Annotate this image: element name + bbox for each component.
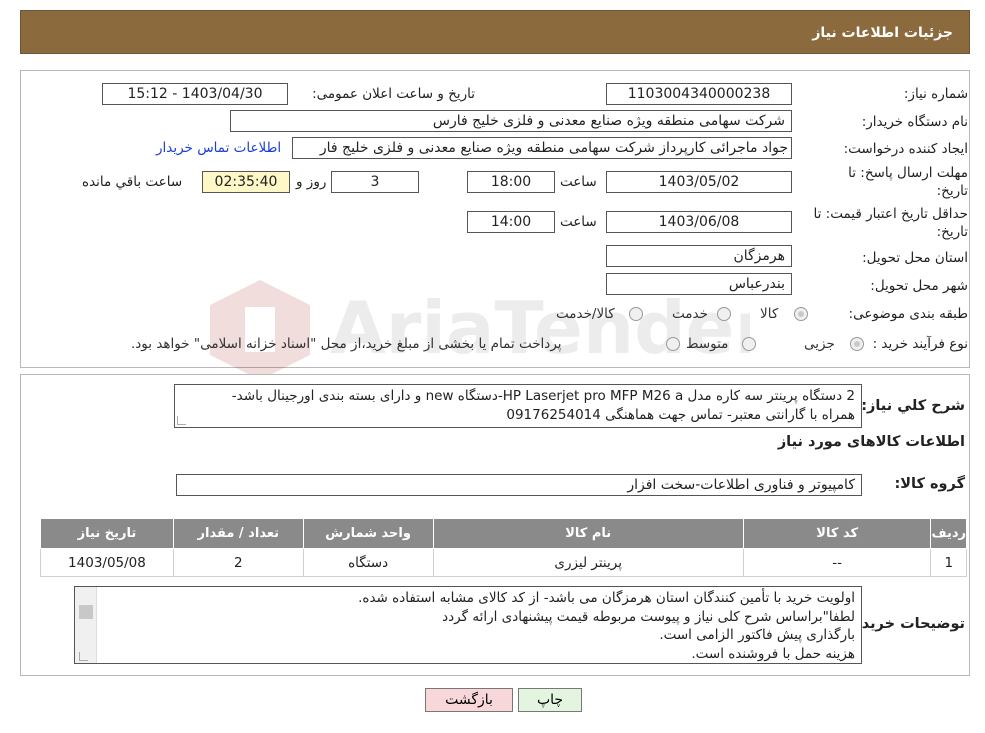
cell-item-code: -- — [742, 548, 932, 577]
process-option-medium: متوسط — [686, 336, 729, 352]
category-radio-goods-service[interactable] — [629, 307, 643, 321]
process-label: نوع فرآیند خرید : — [872, 336, 968, 352]
announce-date-field: 1403/04/30 - 15:12 — [102, 83, 288, 105]
cell-row-number: 1 — [930, 548, 967, 577]
reply-deadline-date-field: 1403/05/02 — [606, 171, 792, 193]
price-validity-label: حداقل تاریخ اعتبار قیمت: تا — [813, 206, 968, 222]
price-validity-time-label: ساعت — [560, 214, 597, 230]
col-unit: واحد شمارش — [302, 518, 434, 549]
back-button[interactable]: بازگشت — [425, 688, 513, 712]
description-line-1: 2 دستگاه پرینتر سه کاره مدل HP Laserjet … — [231, 388, 855, 404]
notes-resize-grip-icon[interactable] — [79, 652, 88, 661]
buyer-org-field: شرکت سهامی منطقه ویژه صنایع معدنی و فلزی… — [230, 110, 792, 132]
remaining-time-label: ساعت باقي مانده — [82, 174, 183, 190]
category-radio-service[interactable] — [717, 307, 731, 321]
province-label: استان محل تحویل: — [862, 250, 968, 266]
cell-unit: دستگاه — [302, 548, 434, 577]
col-need-date: تاریخ نیاز — [40, 518, 174, 549]
category-option-goods-service: کالا/خدمت — [556, 306, 615, 322]
remaining-time-field: 02:35:40 — [202, 171, 290, 193]
print-button[interactable]: چاپ — [518, 688, 582, 712]
need-number-field: 1103004340000238 — [606, 83, 792, 105]
description-label: شرح کلي نياز: — [861, 398, 965, 414]
reply-deadline-label: مهلت ارسال پاسخ: تا — [848, 165, 968, 181]
items-table: ردیف کد کالا نام کالا واحد شمارش تعداد /… — [40, 518, 967, 577]
page-header: جزئیات اطلاعات نیاز — [20, 10, 970, 54]
city-field: بندرعباس — [606, 273, 792, 295]
price-validity-date-field: 1403/06/08 — [606, 211, 792, 233]
reply-deadline-label-date: تاریخ: — [936, 183, 968, 199]
remaining-days-label: روز و — [296, 174, 327, 190]
announce-date-label: تاریخ و ساعت اعلان عمومی: — [312, 86, 475, 102]
items-section-title: اطلاعات کالاهای مورد نیاز — [777, 434, 965, 450]
buyer-notes-field[interactable]: اولویت خرید با تأمین کنندگان استان هرمزگ… — [74, 586, 862, 664]
process-radio-medium[interactable] — [742, 337, 756, 351]
city-label: شهر محل تحویل: — [870, 278, 968, 294]
category-label: طبقه بندی موضوعی: — [848, 306, 968, 322]
col-item-name: نام کالا — [432, 518, 744, 549]
process-treasury-note: پرداخت تمام یا بخشی از مبلغ خرید،از محل … — [131, 336, 562, 352]
description-line-2: همراه با گارانتی معتبر- تماس جهت هماهنگی… — [506, 407, 855, 423]
col-row-number: ردیف — [930, 518, 967, 549]
page-title: جزئیات اطلاعات نیاز — [812, 25, 953, 41]
resize-grip-icon[interactable] — [177, 416, 186, 425]
category-option-service: خدمت — [672, 306, 708, 322]
requester-label: ایجاد کننده درخواست: — [843, 141, 968, 157]
col-quantity: تعداد / مقدار — [172, 518, 304, 549]
notes-scroll-thumb[interactable] — [79, 605, 93, 619]
goods-group-label: گروه کالا: — [894, 476, 965, 492]
buyer-notes-text: اولویت خرید با تأمین کنندگان استان هرمزگ… — [358, 590, 855, 662]
category-radio-goods[interactable] — [794, 307, 808, 321]
goods-group-field: کامپیوتر و فناوری اطلاعات-سخت افزار — [176, 474, 862, 496]
process-radio-minor[interactable] — [850, 337, 864, 351]
cell-need-date: 1403/05/08 — [40, 548, 174, 577]
table-row: 1 -- پرینتر لیزری دستگاه 2 1403/05/08 — [40, 548, 967, 577]
need-number-label: شماره نیاز: — [903, 86, 968, 102]
cell-item-name: پرینتر لیزری — [432, 548, 744, 577]
requester-field: جواد ماجرائی کارپرداز شرکت سهامی منطقه و… — [292, 137, 792, 159]
description-field: 2 دستگاه پرینتر سه کاره مدل HP Laserjet … — [174, 384, 862, 428]
buyer-org-label: نام دستگاه خریدار: — [861, 114, 968, 130]
category-option-goods: کالا — [760, 306, 779, 322]
province-field: هرمزگان — [606, 245, 792, 267]
reply-deadline-time-field: 18:00 — [467, 171, 555, 193]
price-validity-time-field: 14:00 — [467, 211, 555, 233]
price-validity-label-date: تاریخ: — [936, 224, 968, 240]
cell-quantity: 2 — [172, 548, 304, 577]
process-option-minor: جزیی — [804, 336, 835, 352]
process-radio-treasury[interactable] — [666, 337, 680, 351]
items-table-header: ردیف کد کالا نام کالا واحد شمارش تعداد /… — [40, 518, 967, 549]
buyer-contact-link[interactable]: اطلاعات تماس خریدار — [156, 140, 281, 156]
remaining-days-field: 3 — [331, 171, 419, 193]
reply-time-label: ساعت — [560, 174, 597, 190]
col-item-code: کد کالا — [742, 518, 932, 549]
